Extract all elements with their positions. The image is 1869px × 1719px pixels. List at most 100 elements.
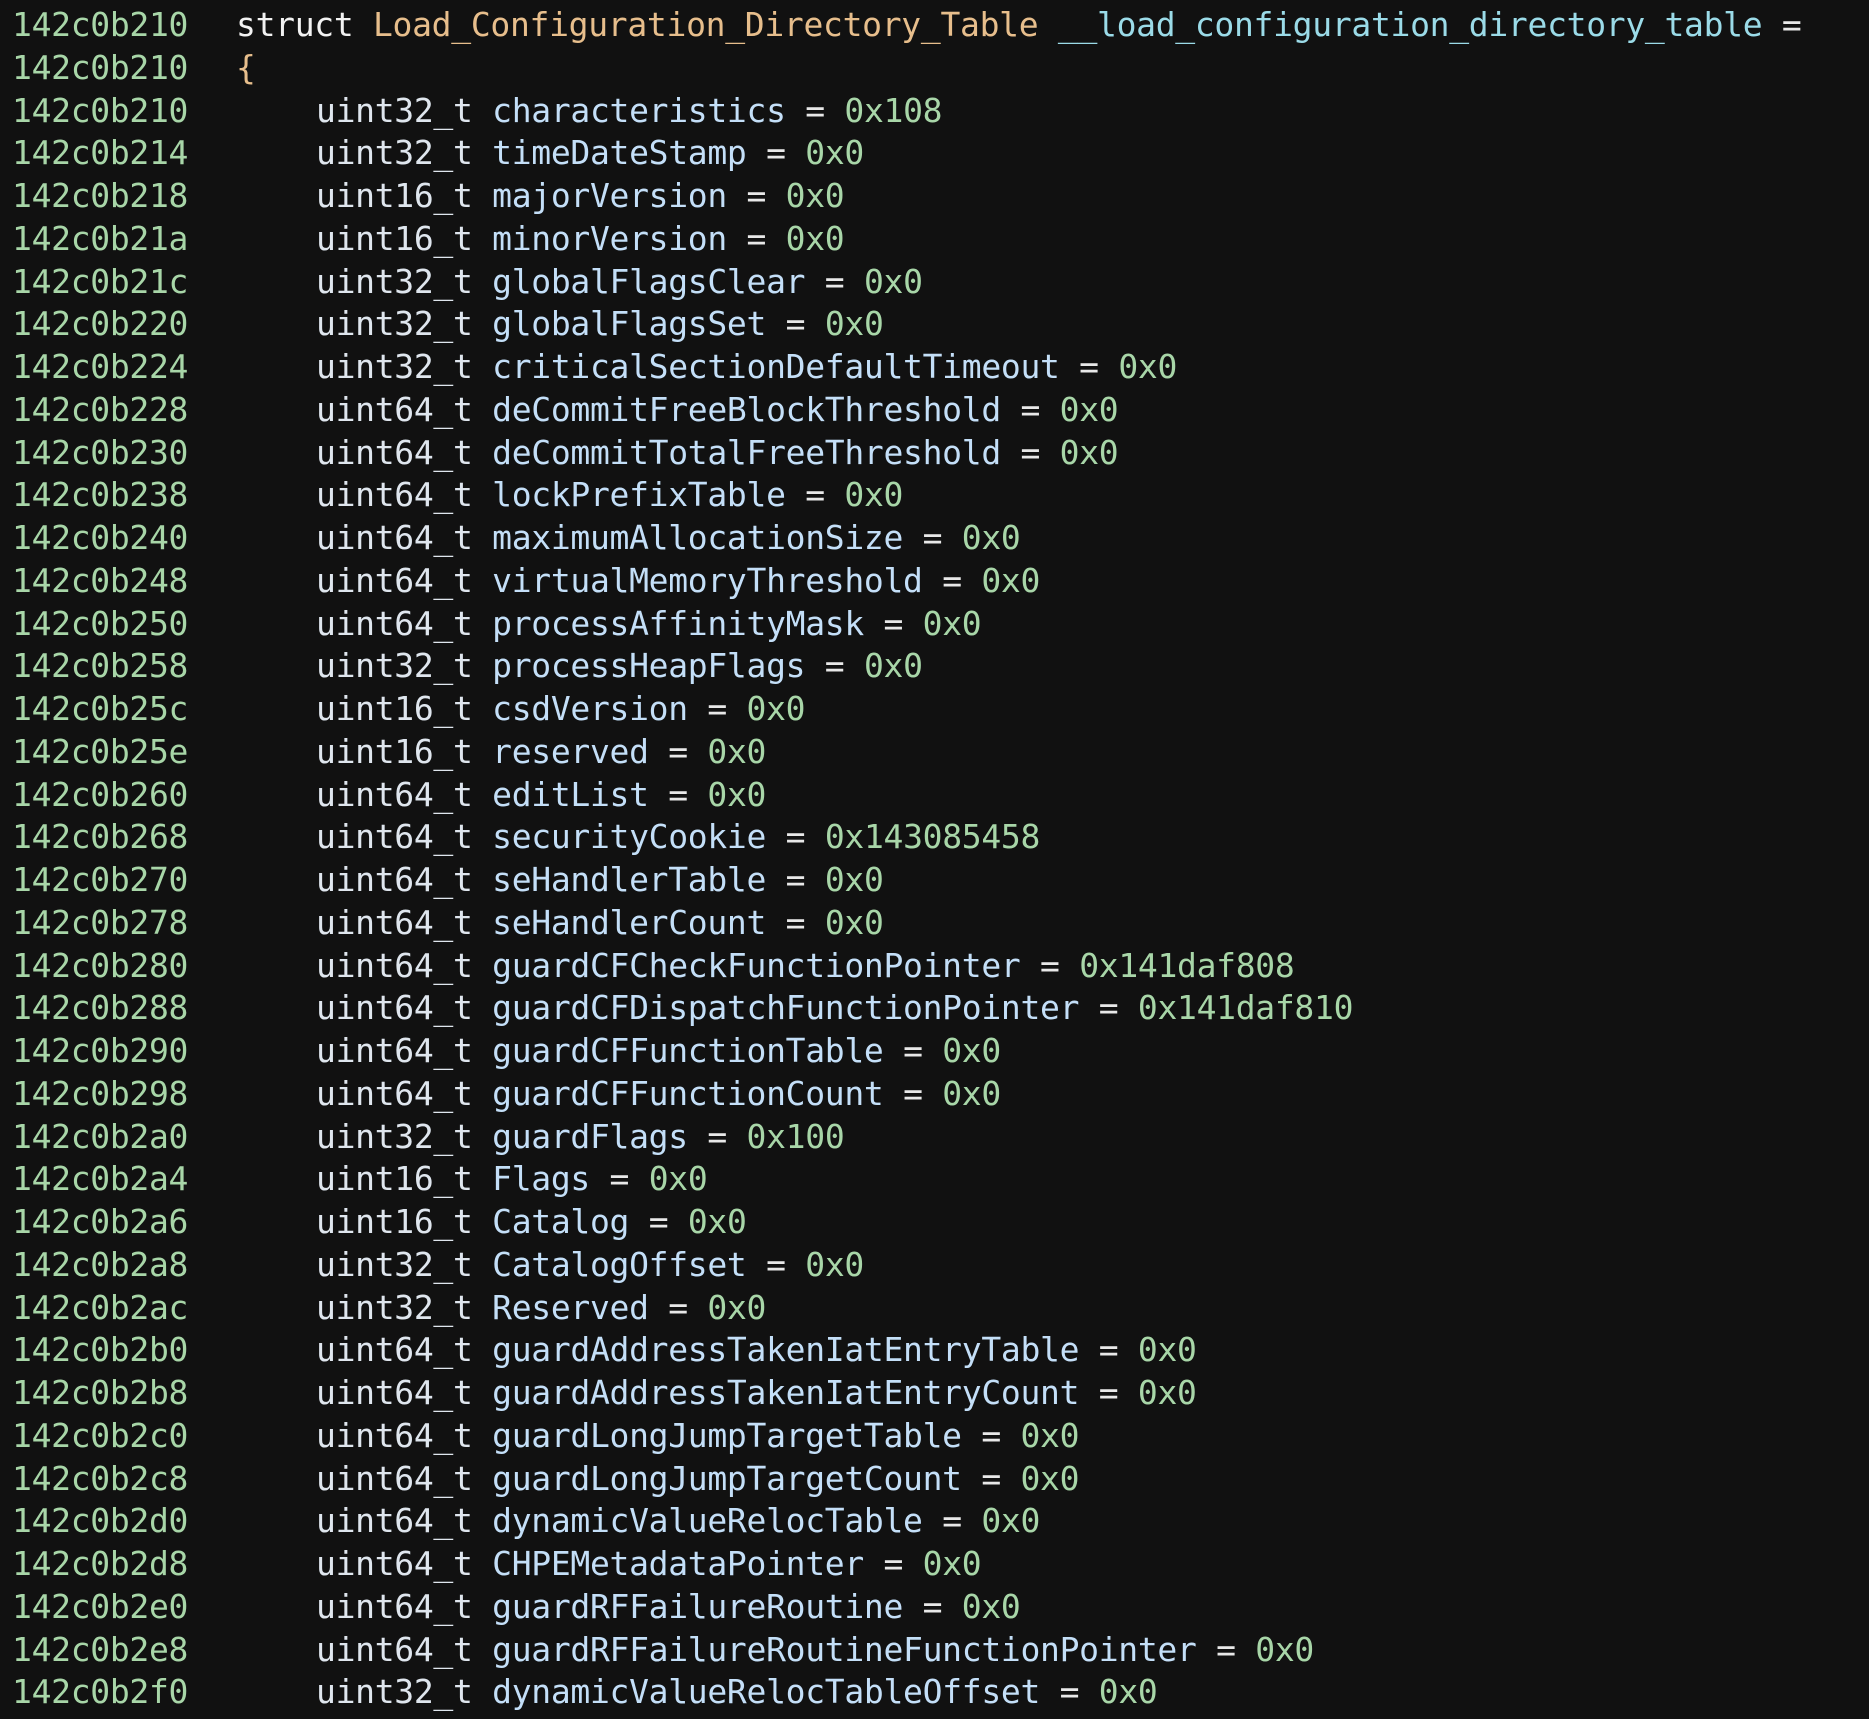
member-field-name[interactable]: CHPEMetadataPointer — [492, 1544, 864, 1583]
member-field-name[interactable]: guardCFFunctionTable — [492, 1031, 884, 1070]
member-type[interactable]: uint32_t — [316, 133, 473, 172]
member-type[interactable]: uint32_t — [316, 1288, 473, 1327]
struct-member-line[interactable]: 142c0b2c8 uint64_t guardLongJumpTargetCou… — [0, 1454, 1869, 1498]
member-type[interactable]: uint64_t — [316, 1416, 473, 1455]
member-value[interactable]: 0x0 — [688, 1202, 747, 1241]
struct-header-line[interactable]: 142c0b210 struct Load_Configuration_Dire… — [0, 0, 1869, 44]
address-label[interactable]: 142c0b258 — [12, 646, 188, 685]
address-label[interactable]: 142c0b2e0 — [12, 1587, 188, 1626]
member-type[interactable]: uint64_t — [316, 1031, 473, 1070]
member-value[interactable]: 0x0 — [1118, 347, 1177, 386]
member-field-name[interactable]: guardRFFailureRoutine — [492, 1587, 903, 1626]
address-label[interactable]: 142c0b224 — [12, 347, 188, 386]
struct-member-line[interactable]: 142c0b214 uint32_t timeDateStamp = 0x0 — [0, 128, 1869, 172]
member-field-name[interactable]: processHeapFlags — [492, 646, 805, 685]
address-label[interactable]: 142c0b270 — [12, 860, 188, 899]
member-field-name[interactable]: minorVersion — [492, 219, 727, 258]
member-type[interactable]: uint32_t — [316, 347, 473, 386]
member-field-name[interactable]: characteristics — [492, 91, 786, 130]
member-field-name[interactable]: guardCFDispatchFunctionPointer — [492, 988, 1079, 1027]
address-label[interactable]: 142c0b210 — [12, 91, 188, 130]
struct-member-line[interactable]: 142c0b2c0 uint64_t guardLongJumpTargetTab… — [0, 1411, 1869, 1455]
member-type[interactable]: uint32_t — [316, 1117, 473, 1156]
address-label[interactable]: 142c0b25e — [12, 732, 188, 771]
member-type[interactable]: uint16_t — [316, 1202, 473, 1241]
struct-member-line[interactable]: 142c0b268 uint64_t securityCookie = 0x143… — [0, 812, 1869, 856]
member-field-name[interactable]: processAffinityMask — [492, 604, 864, 643]
member-value[interactable]: 0x141daf810 — [1138, 988, 1354, 1027]
member-type[interactable]: uint64_t — [316, 946, 473, 985]
member-type[interactable]: uint32_t — [316, 304, 473, 343]
struct-member-line[interactable]: 142c0b2d0 uint64_t dynamicValueRelocTable… — [0, 1496, 1869, 1540]
member-type[interactable]: uint64_t — [316, 1459, 473, 1498]
address-label[interactable]: 142c0b2d0 — [12, 1501, 188, 1540]
address-label[interactable]: 142c0b228 — [12, 390, 188, 429]
member-value[interactable]: 0x0 — [825, 860, 884, 899]
member-type[interactable]: uint16_t — [316, 1159, 473, 1198]
member-field-name[interactable]: lockPrefixTable — [492, 475, 786, 514]
address-label[interactable]: 142c0b248 — [12, 561, 188, 600]
member-value[interactable]: 0x0 — [805, 1245, 864, 1284]
member-type[interactable]: uint16_t — [316, 176, 473, 215]
address-label[interactable]: 142c0b2a6 — [12, 1202, 188, 1241]
member-type[interactable]: uint64_t — [316, 475, 473, 514]
member-field-name[interactable]: guardCFFunctionCount — [492, 1074, 884, 1113]
address-label[interactable]: 142c0b280 — [12, 946, 188, 985]
struct-member-line[interactable]: 142c0b210 uint32_t characteristics = 0x10… — [0, 86, 1869, 130]
member-value[interactable]: 0x0 — [747, 689, 806, 728]
struct-member-line[interactable]: 142c0b2a8 uint32_t CatalogOffset = 0x0 — [0, 1240, 1869, 1284]
struct-member-line[interactable]: 142c0b220 uint32_t globalFlagsSet = 0x0 — [0, 299, 1869, 343]
member-type[interactable]: uint64_t — [316, 390, 473, 429]
member-value[interactable]: 0x0 — [962, 1587, 1021, 1626]
member-field-name[interactable]: timeDateStamp — [492, 133, 747, 172]
address-label[interactable]: 142c0b260 — [12, 775, 188, 814]
member-field-name[interactable]: dynamicValueRelocTable — [492, 1501, 923, 1540]
member-field-name[interactable]: guardAddressTakenIatEntryCount — [492, 1373, 1079, 1412]
member-type[interactable]: uint64_t — [316, 561, 473, 600]
member-type[interactable]: uint64_t — [316, 1630, 473, 1669]
address-label[interactable]: 142c0b230 — [12, 433, 188, 472]
struct-member-line[interactable]: 142c0b224 uint32_t criticalSectionDefault… — [0, 342, 1869, 386]
address-label[interactable]: 142c0b2b0 — [12, 1330, 188, 1369]
member-field-name[interactable]: deCommitTotalFreeThreshold — [492, 433, 1001, 472]
struct-member-line[interactable]: 142c0b240 uint64_t maximumAllocationSize … — [0, 513, 1869, 557]
struct-member-line[interactable]: 142c0b258 uint32_t processHeapFlags = 0x0 — [0, 641, 1869, 685]
address-label[interactable]: 142c0b2a8 — [12, 1245, 188, 1284]
member-type[interactable]: uint64_t — [316, 1330, 473, 1369]
struct-member-line[interactable]: 142c0b2a6 uint16_t Catalog = 0x0 — [0, 1197, 1869, 1241]
member-value[interactable]: 0x0 — [805, 133, 864, 172]
member-type[interactable]: uint32_t — [316, 262, 473, 301]
member-value[interactable]: 0x0 — [786, 219, 845, 258]
struct-member-line[interactable]: 142c0b2d8 uint64_t CHPEMetadataPointer = … — [0, 1539, 1869, 1583]
member-value[interactable]: 0x0 — [1020, 1416, 1079, 1455]
address-label[interactable]: 142c0b21c — [12, 262, 188, 301]
struct-member-line[interactable]: 142c0b278 uint64_t seHandlerCount = 0x0 — [0, 898, 1869, 942]
struct-member-line[interactable]: 142c0b280 uint64_t guardCFCheckFunctionPo… — [0, 941, 1869, 985]
member-type[interactable]: uint64_t — [316, 1501, 473, 1540]
struct-member-line[interactable]: 142c0b238 uint64_t lockPrefixTable = 0x0 — [0, 470, 1869, 514]
address-label[interactable]: 142c0b278 — [12, 903, 188, 942]
member-type[interactable]: uint16_t — [316, 219, 473, 258]
linear-view-listing[interactable]: 142c0b210 struct Load_Configuration_Dire… — [0, 0, 1869, 1719]
struct-member-line[interactable]: 142c0b290 uint64_t guardCFFunctionTable =… — [0, 1026, 1869, 1070]
address-label[interactable]: 142c0b25c — [12, 689, 188, 728]
member-field-name[interactable]: guardAddressTakenIatEntryTable — [492, 1330, 1079, 1369]
member-field-name[interactable]: securityCookie — [492, 817, 766, 856]
address-label[interactable]: 142c0b290 — [12, 1031, 188, 1070]
open-brace-line[interactable]: 142c0b210 { — [0, 43, 1869, 87]
member-type[interactable]: uint16_t — [316, 689, 473, 728]
struct-member-line[interactable]: 142c0b2e8 uint64_t guardRFFailureRoutineF… — [0, 1625, 1869, 1669]
address-label[interactable]: 142c0b240 — [12, 518, 188, 557]
address-label[interactable]: 142c0b2a4 — [12, 1159, 188, 1198]
address-label[interactable]: 142c0b268 — [12, 817, 188, 856]
member-type[interactable]: uint64_t — [316, 860, 473, 899]
member-value[interactable]: 0x0 — [825, 304, 884, 343]
member-type[interactable]: uint64_t — [316, 775, 473, 814]
member-field-name[interactable]: guardFlags — [492, 1117, 688, 1156]
struct-member-line[interactable]: 142c0b2ac uint32_t Reserved = 0x0 — [0, 1283, 1869, 1327]
struct-member-line[interactable]: 142c0b288 uint64_t guardCFDispatchFunctio… — [0, 983, 1869, 1027]
member-field-name[interactable]: Reserved — [492, 1288, 649, 1327]
member-type[interactable]: uint64_t — [316, 433, 473, 472]
struct-member-line[interactable]: 142c0b250 uint64_t processAffinityMask = … — [0, 599, 1869, 643]
member-value[interactable]: 0x0 — [707, 775, 766, 814]
